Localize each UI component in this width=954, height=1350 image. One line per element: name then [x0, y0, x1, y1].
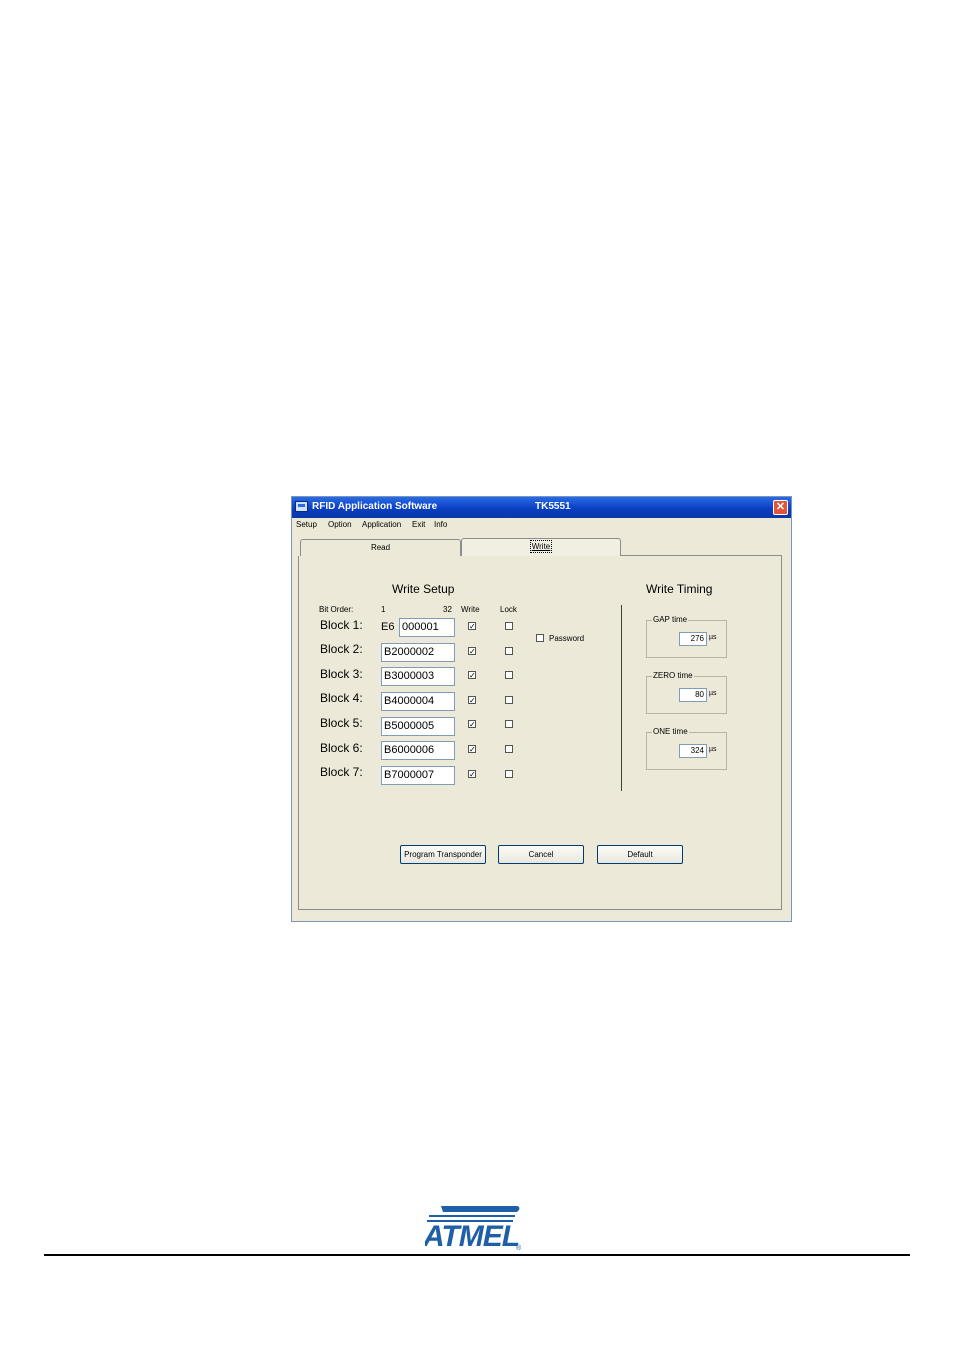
block-2-write-checkbox[interactable]: ✓ — [468, 647, 476, 656]
block-1-input[interactable]: 000001 — [399, 618, 455, 637]
zero-time-label: ZERO time — [652, 671, 694, 680]
write-setup-heading: Write Setup — [392, 582, 455, 596]
block-1-write-checkbox[interactable]: ✓ — [468, 622, 476, 631]
menu-setup[interactable]: Setup — [296, 520, 317, 529]
block-6-lock-checkbox[interactable] — [505, 745, 513, 753]
block-2-lock-checkbox[interactable] — [505, 647, 513, 655]
write-panel: Write Setup Write Timing Bit Order: 1 32… — [298, 556, 782, 910]
block-3-label: Block 3: — [320, 667, 363, 681]
footer-rule — [44, 1254, 910, 1256]
one-time-input[interactable]: 324 — [679, 744, 707, 758]
tab-write[interactable]: Write — [461, 538, 621, 557]
block-3-write-checkbox[interactable]: ✓ — [468, 671, 476, 680]
block-7-write-checkbox[interactable]: ✓ — [468, 770, 476, 779]
block-4-label: Block 4: — [320, 691, 363, 705]
block-5-label: Block 5: — [320, 716, 363, 730]
window-title: RFID Application Software — [312, 501, 438, 512]
one-time-group: ONE time 324 µs — [646, 727, 727, 770]
svg-text:®: ® — [516, 1244, 521, 1252]
menu-exit[interactable]: Exit — [412, 520, 425, 529]
default-button[interactable]: Default — [597, 845, 683, 864]
block-7-label: Block 7: — [320, 765, 363, 779]
title-bar[interactable]: RFID Application Software TK5551 ✕ — [292, 497, 791, 518]
window-model: TK5551 — [535, 501, 571, 512]
close-icon: ✕ — [775, 501, 786, 513]
tab-read[interactable]: Read — [300, 539, 461, 556]
block-4-write-checkbox[interactable]: ✓ — [468, 696, 476, 705]
bit-order-start: 1 — [381, 605, 386, 614]
block-3-lock-checkbox[interactable] — [505, 671, 513, 679]
block-7-input[interactable]: B7000007 — [381, 766, 455, 785]
gap-time-unit: µs — [709, 634, 717, 641]
bit-order-end: 32 — [443, 605, 452, 614]
bit-order-label: Bit Order: — [319, 605, 354, 614]
app-icon — [295, 501, 308, 512]
write-timing-heading: Write Timing — [646, 582, 713, 596]
menu-bar: Setup Option Application Exit Info — [292, 518, 791, 533]
menu-application[interactable]: Application — [362, 520, 401, 529]
block-5-lock-checkbox[interactable] — [505, 720, 513, 728]
password-checkbox[interactable] — [536, 634, 544, 642]
one-time-label: ONE time — [652, 727, 689, 736]
cancel-button[interactable]: Cancel — [498, 845, 584, 864]
app-window: RFID Application Software TK5551 ✕ Setup… — [291, 496, 792, 922]
svg-text:ATMEL: ATMEL — [425, 1220, 519, 1252]
tab-write-label: Write — [529, 540, 553, 553]
block-2-label: Block 2: — [320, 642, 363, 656]
program-transponder-button[interactable]: Program Transponder — [400, 845, 486, 864]
block-3-input[interactable]: B3000003 — [381, 667, 455, 686]
menu-info[interactable]: Info — [434, 520, 447, 529]
gap-time-label: GAP time — [652, 615, 689, 624]
block-6-label: Block 6: — [320, 741, 363, 755]
write-column-header: Write — [461, 605, 480, 614]
gap-time-input[interactable]: 276 — [679, 632, 707, 646]
tab-read-label: Read — [370, 543, 391, 552]
one-time-unit: µs — [709, 746, 717, 753]
zero-time-input[interactable]: 80 — [679, 688, 707, 702]
block-1-label: Block 1: — [320, 618, 363, 632]
section-divider — [621, 605, 622, 791]
block-2-input[interactable]: B2000002 — [381, 643, 455, 662]
password-label: Password — [549, 634, 585, 643]
zero-time-group: ZERO time 80 µs — [646, 671, 727, 714]
block-6-input[interactable]: B6000006 — [381, 741, 455, 760]
close-button[interactable]: ✕ — [773, 500, 788, 515]
zero-time-unit: µs — [709, 690, 717, 697]
menu-option[interactable]: Option — [328, 520, 352, 529]
block-1-lock-checkbox[interactable] — [505, 622, 513, 630]
gap-time-group: GAP time 276 µs — [646, 615, 727, 658]
lock-column-header: Lock — [500, 605, 517, 614]
block-4-lock-checkbox[interactable] — [505, 696, 513, 704]
block-1-prefix: E6 — [381, 621, 395, 633]
block-6-write-checkbox[interactable]: ✓ — [468, 745, 476, 754]
block-5-input[interactable]: B5000005 — [381, 717, 455, 736]
block-7-lock-checkbox[interactable] — [505, 770, 513, 778]
block-4-input[interactable]: B4000004 — [381, 692, 455, 711]
atmel-logo: ATMEL ® — [425, 1206, 521, 1252]
block-5-write-checkbox[interactable]: ✓ — [468, 720, 476, 729]
